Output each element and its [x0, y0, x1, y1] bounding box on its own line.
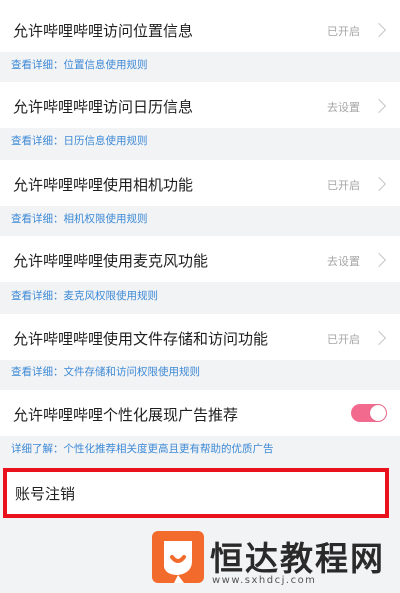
account-cancel-row[interactable]: 账号注销: [3, 468, 389, 518]
permission-row-camera[interactable]: 允许哔哩哔哩使用相机功能 已开启: [0, 160, 400, 206]
ad-personalization-toggle[interactable]: [351, 404, 387, 422]
watermark-url: www.sxhdcj.com: [212, 575, 317, 586]
permission-status: 已开启: [327, 179, 360, 192]
account-cancel-label: 账号注销: [15, 485, 76, 503]
permission-status: 去设置: [327, 255, 360, 268]
watermark-logo-icon: [152, 531, 204, 583]
permission-title: 允许哔哩哔哩使用麦克风功能: [13, 252, 209, 270]
permission-title: 允许哔哩哔哩访问位置信息: [13, 22, 194, 40]
permission-status: 已开启: [327, 25, 360, 38]
chevron-right-icon: [371, 98, 387, 114]
watermark-brand: 恒达教程网: [210, 539, 385, 578]
permission-row-microphone[interactable]: 允许哔哩哔哩使用麦克风功能 去设置: [0, 236, 400, 282]
chevron-right-icon: [371, 22, 387, 38]
chevron-right-icon: [371, 176, 387, 192]
permission-detail-link[interactable]: 查看详细：麦克风权限使用规则: [11, 288, 158, 303]
permission-title: 允许哔哩哔哩使用相机功能: [13, 176, 194, 194]
permission-row-storage[interactable]: 允许哔哩哔哩使用文件存储和访问功能 已开启: [0, 314, 400, 360]
permission-detail-link[interactable]: 查看详细：位置信息使用规则: [11, 57, 148, 72]
permission-status: 去设置: [327, 101, 360, 114]
ad-personalization-detail-link[interactable]: 详细了解：个性化推荐相关度更高且更有帮助的优质广告: [11, 441, 274, 456]
permission-row-calendar[interactable]: 允许哔哩哔哩访问日历信息 去设置: [0, 82, 400, 128]
permission-title: 允许哔哩哔哩访问日历信息: [13, 98, 194, 116]
permission-title: 允许哔哩哔哩使用文件存储和访问功能: [13, 330, 269, 348]
ad-personalization-title: 允许哔哩哔哩个性化展现广告推荐: [13, 406, 239, 424]
ad-personalization-row: 允许哔哩哔哩个性化展现广告推荐: [0, 390, 400, 436]
toggle-knob: [370, 405, 386, 421]
chevron-right-icon: [371, 252, 387, 268]
permission-settings-screen: 允许哔哩哔哩访问位置信息 已开启 查看详细：位置信息使用规则 允许哔哩哔哩访问日…: [0, 0, 400, 593]
permission-detail-link[interactable]: 查看详细：日历信息使用规则: [11, 133, 148, 148]
permission-detail-link[interactable]: 查看详细：文件存储和访问权限使用规则: [11, 364, 200, 379]
permission-detail-link[interactable]: 查看详细：相机权限使用规则: [11, 211, 148, 226]
chevron-right-icon: [371, 330, 387, 346]
permission-status: 已开启: [327, 333, 360, 346]
permission-row-location[interactable]: 允许哔哩哔哩访问位置信息 已开启: [0, 0, 400, 52]
